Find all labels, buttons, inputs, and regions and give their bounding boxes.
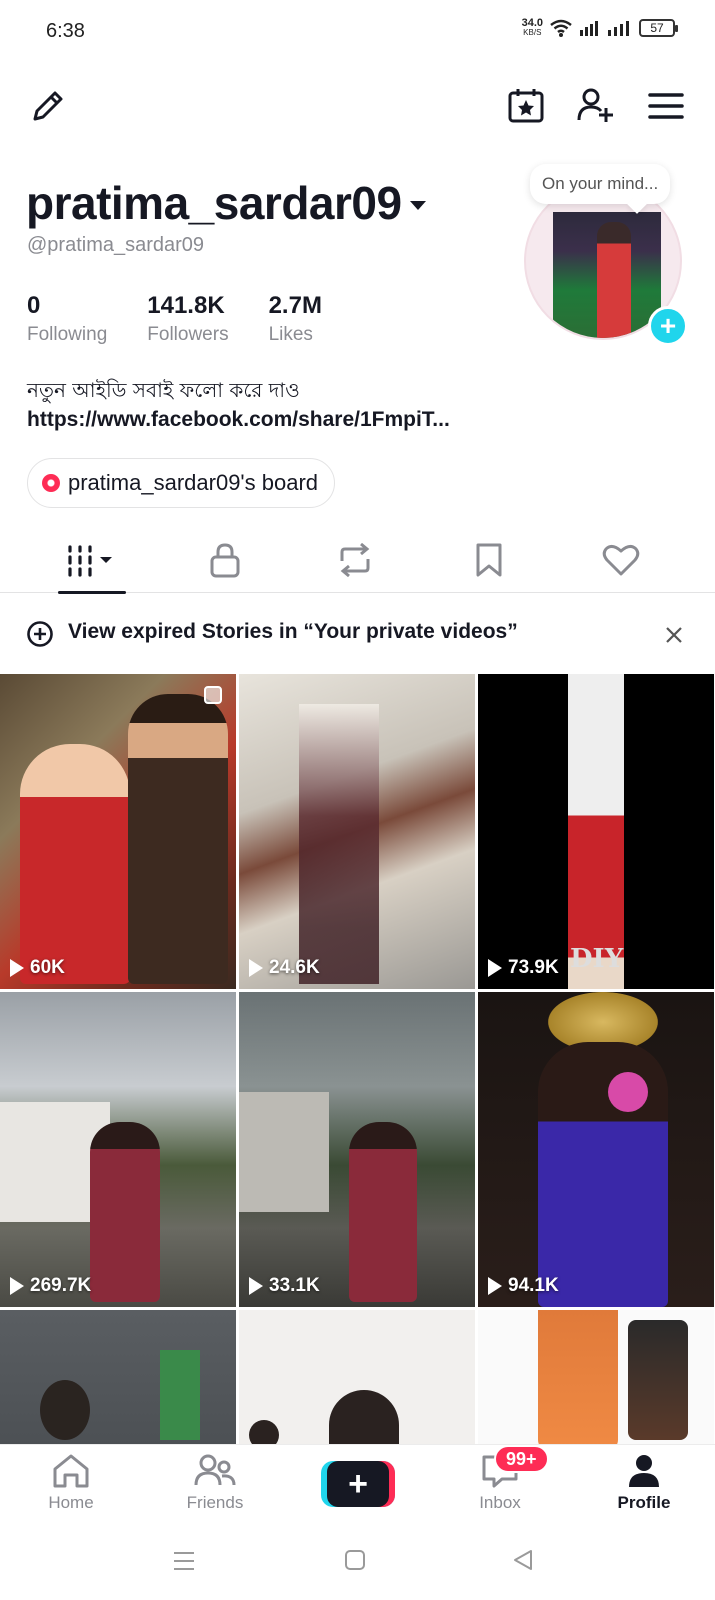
repost-icon: [340, 543, 370, 577]
lock-icon: [210, 543, 240, 578]
play-icon: [10, 959, 24, 977]
nav-profile[interactable]: Profile: [589, 1453, 699, 1513]
on-your-mind-bubble[interactable]: On your mind...: [530, 164, 671, 204]
bottom-nav: Home Friends + Inbox 99+ Profile: [0, 1444, 715, 1522]
video-thumbnail[interactable]: 60K: [0, 674, 236, 989]
nav-home[interactable]: Home: [16, 1453, 126, 1513]
view-count: 73.9K: [488, 957, 559, 979]
home-button-icon[interactable]: [344, 1549, 366, 1571]
video-thumbnail[interactable]: [239, 1310, 475, 1444]
tab-private[interactable]: [170, 527, 280, 593]
view-count: 94.1K: [488, 1275, 559, 1297]
play-icon: [488, 959, 502, 977]
tab-liked[interactable]: [566, 527, 676, 593]
play-icon: [249, 1277, 263, 1295]
status-bar: 6:38 34.0 KB/S 57: [0, 0, 715, 62]
play-icon: [488, 1277, 502, 1295]
expired-stories-banner[interactable]: View expired Stories in “Your private vi…: [0, 604, 715, 662]
close-icon[interactable]: [665, 626, 683, 644]
tab-videos[interactable]: [37, 527, 147, 594]
stat-following[interactable]: 0 Following: [27, 292, 107, 346]
bio-link[interactable]: https://www.facebook.com/share/1FmpiT...: [27, 408, 450, 432]
video-grid: 60K 24.6K DIY 73.9K 269.7K 33.1K 94.1K: [0, 674, 715, 1444]
board-label: pratima_sardar09's board: [68, 470, 319, 495]
top-bar: [0, 82, 715, 138]
video-thumbnail[interactable]: 269.7K: [0, 992, 236, 1307]
nav-friends[interactable]: Friends: [160, 1453, 270, 1513]
status-icons: 34.0 KB/S 57: [521, 17, 678, 38]
create-button[interactable]: +: [321, 1461, 395, 1507]
view-count: 60K: [10, 957, 65, 979]
calendar-star-icon[interactable]: [504, 84, 548, 128]
tab-favorites[interactable]: [434, 527, 544, 593]
tab-reposts[interactable]: [300, 527, 410, 593]
system-nav: [0, 1522, 715, 1600]
plus-icon: +: [327, 1461, 389, 1507]
bio-text: নতুন আইডি সবাই ফলো করে দাও: [27, 378, 300, 402]
signal-icon-2: [608, 21, 629, 36]
inbox-badge: 99+: [494, 1445, 549, 1473]
profile-handle: @pratima_sardar09: [27, 234, 205, 256]
stat-followers[interactable]: 141.8K Followers: [147, 292, 228, 346]
view-count: 24.6K: [249, 957, 320, 979]
network-speed: 34.0 KB/S: [521, 17, 543, 38]
heart-icon: [602, 544, 640, 576]
video-thumbnail[interactable]: DIY 73.9K: [478, 674, 714, 989]
story-plus-icon: [27, 621, 53, 647]
profile-stats: 0 Following 141.8K Followers 2.7M Likes: [27, 292, 362, 346]
menu-icon[interactable]: [644, 84, 688, 128]
banner-text: View expired Stories in “Your private vi…: [68, 620, 518, 643]
wifi-icon: [550, 19, 572, 37]
view-count: 269.7K: [10, 1275, 91, 1297]
multi-photo-icon: [204, 686, 222, 704]
stat-likes[interactable]: 2.7M Likes: [269, 292, 322, 346]
chevron-down-icon: [409, 200, 426, 210]
video-thumbnail[interactable]: [0, 1310, 236, 1444]
home-icon: [53, 1454, 89, 1488]
video-overlay-text: DIY: [570, 944, 624, 974]
recent-apps-icon[interactable]: [172, 1550, 196, 1572]
view-count: 33.1K: [249, 1275, 320, 1297]
bookmark-icon: [476, 543, 502, 577]
friends-icon: [194, 1454, 236, 1486]
content-tabs: [0, 527, 715, 594]
video-thumbnail[interactable]: 33.1K: [239, 992, 475, 1307]
video-thumbnail[interactable]: [478, 1310, 714, 1444]
play-icon: [10, 1277, 24, 1295]
signal-icon: [580, 21, 598, 36]
play-icon: [249, 959, 263, 977]
video-thumbnail[interactable]: 94.1K: [478, 992, 714, 1307]
battery-icon: 57: [639, 19, 678, 37]
video-thumbnail[interactable]: 24.6K: [239, 674, 475, 989]
profile-username[interactable]: pratima_sardar09: [26, 176, 426, 230]
add-story-plus-icon[interactable]: +: [648, 306, 688, 346]
avatar-image: [553, 212, 661, 338]
board-button[interactable]: pratima_sardar09's board: [27, 458, 336, 508]
board-icon: [42, 474, 60, 492]
back-icon[interactable]: [512, 1549, 534, 1571]
status-time: 6:38: [46, 20, 85, 42]
profile-icon: [629, 1455, 659, 1487]
edit-pencil-icon[interactable]: [26, 84, 70, 128]
add-friend-icon[interactable]: [574, 84, 618, 128]
grid-icon: [68, 545, 112, 577]
